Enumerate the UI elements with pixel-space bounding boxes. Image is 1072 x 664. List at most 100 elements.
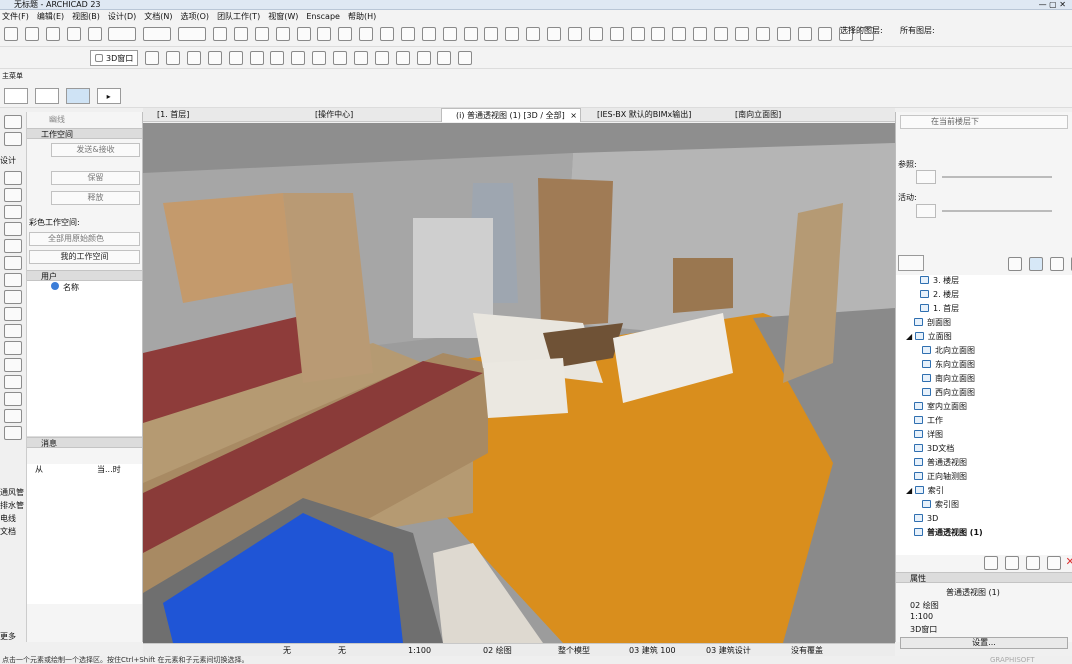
tree-item[interactable]: 3. 楼层 [920,275,959,287]
stair-icon[interactable] [776,27,791,41]
filter-icon[interactable] [249,51,264,65]
adjust-icon[interactable] [421,27,436,41]
tree-item[interactable]: 3D [914,513,938,525]
tab-bimx[interactable]: [IES-BX 默认的BIMx输出] [583,108,718,122]
tab-3d-view[interactable]: (i) 普通透视图 (1) [3D / 全部] × [441,108,581,122]
orbit-icon[interactable] [186,51,201,65]
lamp-tool-icon[interactable] [4,392,22,406]
tree-item[interactable]: 南向立面图 [922,373,975,385]
split-icon[interactable] [400,27,415,41]
menu-design[interactable]: 设计(D) [108,11,136,22]
tree-item[interactable]: 正向轴测图 [914,471,967,483]
object-tool-icon[interactable] [4,375,22,389]
tree-item[interactable]: 详图 [914,429,943,441]
tree-item[interactable]: 室内立面图 [914,401,967,413]
arrow-tool-button[interactable]: ▸ [96,88,121,104]
tree-item-selected[interactable]: 普通透视图 (1) [914,527,983,539]
toolbox-more-label[interactable]: 更多 [0,632,16,642]
properties-icon[interactable] [1025,555,1040,570]
magnet-icon[interactable] [254,27,269,41]
layout-book-icon[interactable] [1049,257,1064,271]
prop-view-name[interactable]: 普通透视图 (1) [946,587,1000,598]
menu-window[interactable]: 视窗(W) [268,11,298,22]
layer-icon[interactable] [178,27,207,41]
clone-icon[interactable] [1004,555,1019,570]
menu-view[interactable]: 视图(B) [72,11,100,22]
railing-tool-icon[interactable] [4,341,22,355]
slab-tool-icon[interactable] [4,256,22,270]
mesh-tool-icon[interactable] [4,307,22,321]
inject-icon[interactable] [66,27,81,41]
line-type-icon[interactable] [108,27,137,41]
lock-icon[interactable] [296,27,311,41]
settings-button[interactable]: 设置... [900,637,1068,649]
beam-tool-icon[interactable] [4,239,22,253]
tree-item[interactable]: 2. 楼层 [920,289,959,301]
messages-header[interactable]: 消息 [27,437,142,448]
color-workspace-select[interactable]: 全部用原始颜色 [29,232,140,246]
export-icon[interactable] [1046,555,1061,570]
curtainwall-icon[interactable] [818,27,833,41]
roof-icon[interactable] [714,27,728,41]
tab-south-elevation[interactable]: [南向立面图] [721,108,861,122]
mirror-icon[interactable] [505,27,520,41]
tree-item[interactable]: 普通透视图 [914,457,967,469]
fly-icon[interactable] [353,51,368,65]
sun-icon[interactable] [312,51,327,65]
wall-tool-icon[interactable] [4,171,22,185]
cut-icon[interactable] [270,51,285,65]
active-select[interactable] [916,204,936,218]
stair-tool-icon[interactable] [4,324,22,338]
rotate-icon[interactable] [526,27,541,41]
navigator-menu-button[interactable] [898,255,924,271]
align-icon[interactable] [588,27,603,41]
workspace-header[interactable]: 工作空间 [27,128,142,139]
new-view-icon[interactable] [984,555,998,570]
menu-file[interactable]: 文件(F) [2,11,29,22]
3d-viewport[interactable] [143,123,895,643]
sections-icon[interactable] [374,51,389,65]
tree-item[interactable]: ◢ 立面图 [906,331,952,343]
tree-item[interactable]: ◢ 索引 [906,485,944,497]
reference-slider[interactable] [942,176,1052,178]
marquee-tool-icon[interactable] [4,132,22,146]
publish-icon[interactable] [458,51,473,65]
tree-item[interactable]: 剖面图 [914,317,951,329]
offset-icon[interactable] [484,27,499,41]
3d-window-button[interactable]: 3D窗口 [90,50,139,66]
close-icon[interactable]: × [570,109,577,122]
window-controls[interactable]: — ▢ ✕ [1039,0,1066,10]
properties-header[interactable]: 属性 [896,572,1072,583]
menu-document[interactable]: 文档(N) [144,11,172,22]
window-tool-icon[interactable] [4,205,22,219]
save-view-icon[interactable] [437,51,452,65]
trim-icon[interactable] [380,27,394,41]
grid-icon[interactable] [213,27,227,41]
menu-edit[interactable]: 编辑(E) [37,11,64,22]
camera-icon[interactable] [416,51,431,65]
tree-item[interactable]: 1. 首层 [920,303,959,315]
fillet-icon[interactable] [463,27,478,41]
morph-icon[interactable] [755,27,770,41]
active-slider[interactable] [942,210,1052,212]
tree-item[interactable]: 西向立面图 [922,387,975,399]
layer-combo[interactable]: 在当前楼层下 [900,115,1068,129]
tab-floor-plan[interactable]: [1. 首层] [143,108,298,122]
tree-item[interactable]: 工作 [914,415,943,427]
reference-select[interactable] [916,170,936,184]
wall-icon[interactable] [630,27,645,41]
explore-icon[interactable] [228,51,243,65]
drag-icon[interactable] [547,27,561,41]
release-button[interactable]: 释放 [51,191,140,205]
railing-icon[interactable] [797,27,812,41]
perspective-icon[interactable] [145,51,160,65]
ungroup-icon[interactable] [338,27,353,41]
door-tool-icon[interactable] [4,188,22,202]
pen-icon[interactable] [143,27,172,41]
column-icon[interactable] [651,27,666,41]
elevate-icon[interactable] [567,27,582,41]
redo-icon[interactable] [24,27,39,41]
pick-icon[interactable] [45,27,60,41]
users-header[interactable]: 用户 [27,270,142,281]
tab-action-center[interactable]: [操作中心] [301,108,441,122]
